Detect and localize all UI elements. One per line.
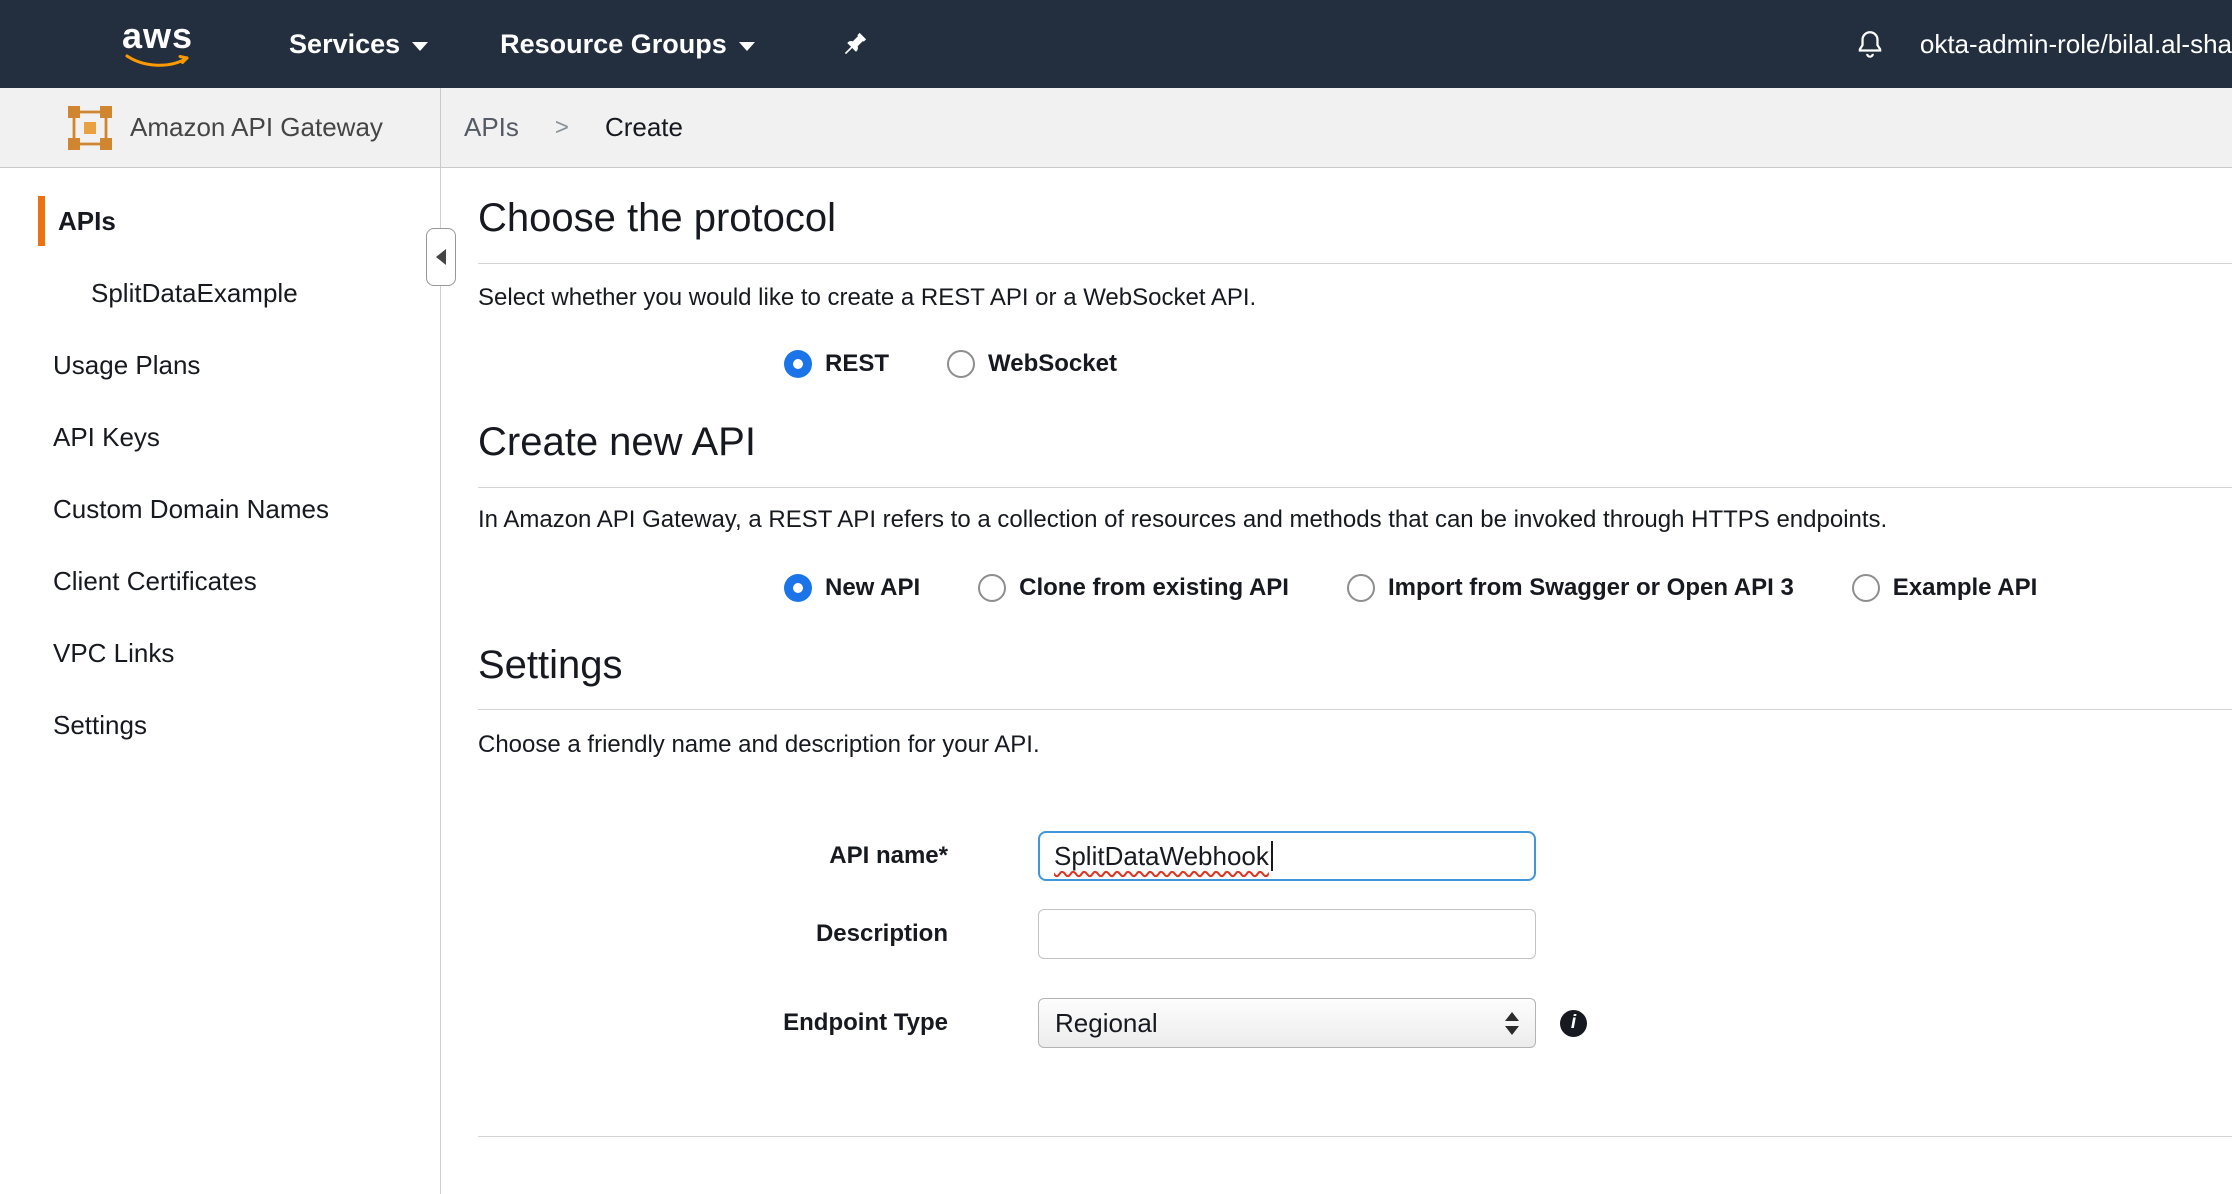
breadcrumb-current-page: Create (605, 112, 683, 143)
section-title-protocol: Choose the protocol (478, 196, 2232, 241)
account-menu[interactable]: okta-admin-role/bilal.al-sha (1920, 29, 2232, 60)
chevron-down-icon (739, 42, 755, 51)
info-icon[interactable]: i (1560, 1010, 1587, 1037)
sidebar-item-custom-domain-names[interactable]: Custom Domain Names (0, 484, 440, 534)
breadcrumb-separator: > (555, 114, 569, 142)
sidebar-item-client-certificates[interactable]: Client Certificates (0, 556, 440, 606)
api-name-row: API name* SplitDataWebhook (478, 831, 2232, 881)
notifications-bell-icon[interactable] (1854, 28, 1886, 60)
endpoint-type-select[interactable]: Regional (1038, 998, 1536, 1048)
settings-form: API name* SplitDataWebhook Description E… (478, 831, 2232, 1048)
sidebar-item-apis[interactable]: APIs (38, 196, 440, 246)
resource-groups-menu[interactable]: Resource Groups (500, 29, 755, 60)
services-menu[interactable]: Services (289, 29, 428, 60)
radio-label: New API (825, 574, 920, 602)
description-input[interactable] (1038, 909, 1536, 959)
content-row: APIs SplitDataExample Usage Plans API Ke… (0, 168, 2232, 1194)
select-arrows-icon (1495, 1012, 1535, 1035)
section-title-settings: Settings (478, 643, 2232, 688)
radio-option-clone[interactable]: Clone from existing API (978, 574, 1289, 602)
radio-label: Clone from existing API (1019, 574, 1289, 602)
api-name-label: API name* (478, 842, 948, 870)
sidebar-item-usage-plans[interactable]: Usage Plans (0, 340, 440, 390)
sidebar-collapse-button[interactable] (426, 228, 456, 286)
api-gateway-icon (66, 104, 114, 152)
radio-option-rest[interactable]: REST (784, 350, 889, 378)
endpoint-type-label: Endpoint Type (478, 1009, 948, 1037)
divider (478, 1136, 2232, 1137)
divider (478, 709, 2232, 710)
endpoint-type-value: Regional (1055, 1008, 1495, 1039)
main-content: Choose the protocol Select whether you w… (441, 168, 2232, 1194)
endpoint-type-row: Endpoint Type Regional i (478, 998, 2232, 1048)
radio-button-icon (947, 350, 975, 378)
divider (478, 487, 2232, 488)
radio-option-new-api[interactable]: New API (784, 574, 920, 602)
chevron-down-icon (412, 42, 428, 51)
radio-button-icon (978, 574, 1006, 602)
radio-option-websocket[interactable]: WebSocket (947, 350, 1117, 378)
section-title-create-api: Create new API (478, 420, 2232, 465)
pin-icon[interactable] (841, 30, 869, 58)
radio-option-import-swagger[interactable]: Import from Swagger or Open API 3 (1347, 574, 1794, 602)
breadcrumb-apis-link[interactable]: APIs (464, 112, 519, 143)
top-navigation: aws Services Resource Groups okta-admin-… (0, 0, 2232, 88)
radio-button-icon (1347, 574, 1375, 602)
radio-label: Example API (1893, 574, 2038, 602)
services-label: Services (289, 29, 400, 60)
settings-description: Choose a friendly name and description f… (478, 731, 2232, 759)
aws-logo[interactable]: aws (122, 19, 193, 69)
radio-button-selected-icon (784, 350, 812, 378)
protocol-description: Select whether you would like to create … (478, 284, 2232, 312)
sidebar-item-splitdataexample[interactable]: SplitDataExample (0, 268, 440, 318)
radio-label: Import from Swagger or Open API 3 (1388, 574, 1794, 602)
radio-group-protocol: REST WebSocket (784, 350, 2232, 378)
breadcrumb-bar: Amazon API Gateway APIs > Create (0, 88, 2232, 168)
radio-label: REST (825, 350, 889, 378)
service-home-link[interactable]: Amazon API Gateway (0, 88, 441, 167)
radio-label: WebSocket (988, 350, 1117, 378)
sidebar-item-api-keys[interactable]: API Keys (0, 412, 440, 462)
sidebar: APIs SplitDataExample Usage Plans API Ke… (0, 168, 441, 1194)
radio-button-selected-icon (784, 574, 812, 602)
resource-groups-label: Resource Groups (500, 29, 727, 60)
radio-button-icon (1852, 574, 1880, 602)
create-api-description: In Amazon API Gateway, a REST API refers… (478, 506, 2232, 534)
divider (478, 263, 2232, 264)
radio-group-create-api: New API Clone from existing API Import f… (784, 574, 2232, 602)
description-row: Description (478, 909, 2232, 959)
sidebar-item-vpc-links[interactable]: VPC Links (0, 628, 440, 678)
service-name: Amazon API Gateway (130, 112, 383, 143)
text-caret (1271, 841, 1273, 871)
radio-option-example-api[interactable]: Example API (1852, 574, 2038, 602)
aws-logo-text: aws (122, 19, 193, 53)
api-name-input[interactable]: SplitDataWebhook (1038, 831, 1536, 881)
description-label: Description (478, 920, 948, 948)
chevron-left-icon (436, 249, 446, 265)
breadcrumb: APIs > Create (441, 88, 683, 167)
aws-smile-icon (125, 53, 191, 69)
api-name-value: SplitDataWebhook (1054, 841, 1269, 872)
sidebar-item-settings[interactable]: Settings (0, 700, 440, 750)
